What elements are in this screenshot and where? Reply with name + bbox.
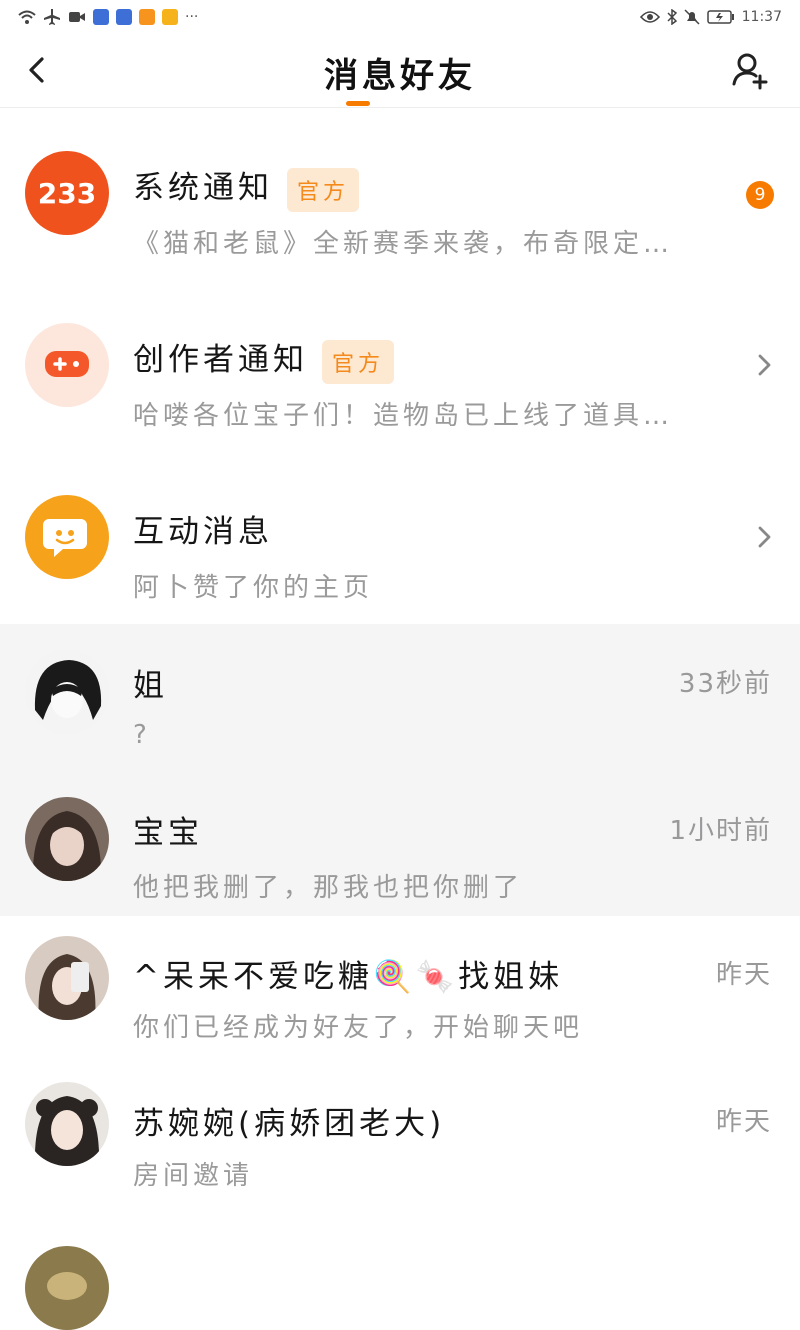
- item-name: 系统通知 官方: [133, 162, 360, 212]
- bluetooth-icon: [667, 9, 677, 25]
- chat-item[interactable]: 宝宝 1小时前 他把我删了，那我也把你删了: [0, 771, 800, 916]
- avatar-image: [25, 1082, 109, 1166]
- official-tag: 官方: [287, 167, 360, 212]
- avatar-image: [25, 650, 109, 734]
- avatar-233-text: 233: [37, 176, 97, 210]
- item-name: 姐: [133, 668, 168, 704]
- avatar: [25, 1082, 109, 1166]
- item-preview: ?: [133, 720, 151, 750]
- item-name: 互动消息: [133, 514, 273, 550]
- chat-item[interactable]: 苏婉婉(病娇团老大) 昨天 房间邀请: [0, 1062, 800, 1234]
- item-name-text: 创作者通知: [133, 342, 308, 378]
- list-item-interaction[interactable]: 互动消息 阿卜赞了你的主页: [0, 452, 800, 624]
- header: 消息好友: [0, 34, 800, 108]
- avatar-image: [25, 1246, 109, 1330]
- item-time: 33秒前: [678, 669, 772, 699]
- avatar: [25, 797, 109, 881]
- item-time: 昨天: [715, 1107, 772, 1137]
- list-item-creator-notice[interactable]: 创作者通知 官方 哈喽各位宝子们！造物岛已上线了道具…: [0, 280, 800, 452]
- item-name: 宝宝: [133, 815, 203, 851]
- airplane-icon: [44, 9, 60, 25]
- app-icon-video: [139, 9, 155, 25]
- item-preview: 房间邀请: [133, 1161, 254, 1191]
- gamepad-icon: [45, 351, 89, 377]
- battery-icon: [706, 10, 734, 24]
- chat-bubble-icon: [43, 519, 87, 557]
- item-name: 创作者通知 官方: [133, 334, 395, 384]
- app-icon-paw-2: [116, 9, 132, 25]
- item-name-text: 系统通知: [133, 170, 273, 206]
- item-preview: 阿卜赞了你的主页: [133, 573, 374, 603]
- avatar: [25, 1246, 109, 1330]
- item-name: ^呆呆不爱吃糖🍭🍬找姐妹: [133, 959, 564, 995]
- system-notice-avatar: 233: [25, 151, 109, 235]
- app-icon-paw: [93, 9, 109, 25]
- item-preview: 《猫和老鼠》全新赛季来袭，布奇限定…: [133, 229, 674, 259]
- app-icon-tv: [162, 9, 178, 25]
- page-title: 消息好友: [324, 56, 476, 96]
- wifi-icon: [18, 10, 36, 24]
- creator-notice-avatar: [25, 323, 109, 407]
- item-time: 1小时前: [669, 816, 772, 846]
- message-list: 233 系统通知 官方 《猫和老鼠》全新赛季来袭，布奇限定… 9 创作者通知 官方 …: [0, 108, 800, 1330]
- avatar-image: [25, 936, 109, 1020]
- chat-item[interactable]: ^呆呆不爱吃糖🍭🍬找姐妹 昨天 你们已经成为好友了，开始聊天吧: [0, 916, 800, 1062]
- title-underline: [346, 101, 370, 106]
- avatar: [25, 936, 109, 1020]
- item-name: 苏婉婉(病娇团老大): [133, 1106, 446, 1142]
- add-friend-icon[interactable]: [730, 50, 770, 90]
- list-item-system-notice[interactable]: 233 系统通知 官方 《猫和老鼠》全新赛季来袭，布奇限定… 9: [0, 108, 800, 280]
- avatar: [25, 650, 109, 734]
- eye-icon: [639, 11, 660, 23]
- status-right: 11:37: [639, 9, 782, 25]
- item-time: 昨天: [715, 960, 772, 990]
- status-left: ···: [18, 9, 198, 25]
- interaction-avatar: [25, 495, 109, 579]
- avatar-image: [25, 797, 109, 881]
- item-preview: 你们已经成为好友了，开始聊天吧: [133, 1013, 584, 1043]
- chat-item[interactable]: 姐 33秒前 ?: [0, 624, 800, 771]
- video-icon: [69, 12, 85, 22]
- chevron-right-icon: [758, 526, 771, 548]
- item-preview: 哈喽各位宝子们！造物岛已上线了道具…: [133, 401, 674, 431]
- item-preview: 他把我删了，那我也把你删了: [133, 873, 524, 903]
- status-bar: ··· 11:37: [0, 0, 800, 34]
- unread-badge: 9: [746, 181, 774, 209]
- chevron-right-icon: [758, 354, 771, 376]
- chat-item[interactable]: [0, 1234, 800, 1330]
- more-notifications-icon: ···: [185, 9, 199, 25]
- official-tag: 官方: [322, 339, 395, 384]
- bell-off-icon: [684, 9, 700, 25]
- status-time: 11:37: [741, 9, 782, 25]
